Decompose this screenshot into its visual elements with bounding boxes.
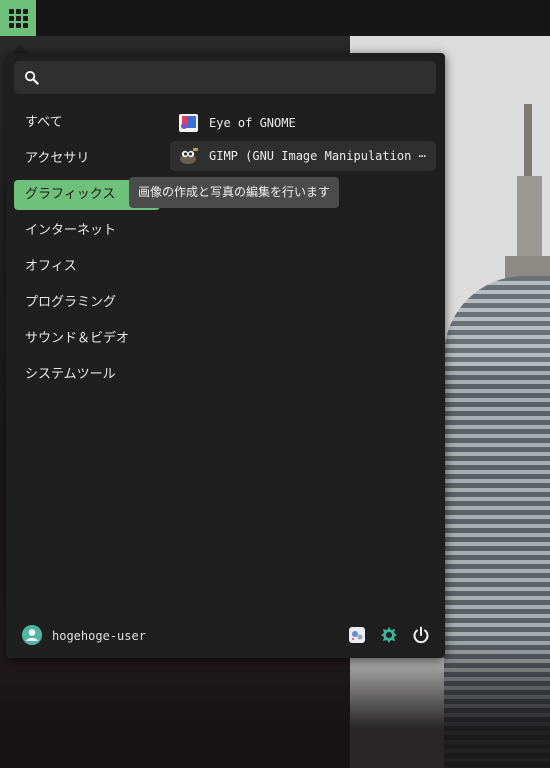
app-label: Eye of GNOME	[209, 116, 296, 130]
top-panel	[0, 0, 550, 36]
category-system-tools[interactable]: システムツール	[14, 360, 160, 390]
grid-icon	[9, 9, 28, 28]
application-menu: すべて アクセサリ グラフィックス インターネット オフィス プログラミング サ…	[6, 53, 445, 658]
app-label: GIMP (GNU Image Manipulation ⋯	[209, 149, 426, 163]
category-office[interactable]: オフィス	[14, 252, 160, 282]
category-programming[interactable]: プログラミング	[14, 288, 160, 318]
category-sound-video[interactable]: サウンド＆ビデオ	[14, 324, 160, 354]
search-icon	[24, 70, 39, 85]
extension-icon[interactable]	[379, 625, 399, 645]
category-all[interactable]: すべて	[14, 108, 160, 138]
search-box[interactable]	[14, 61, 436, 96]
eog-icon	[179, 114, 198, 132]
menu-pointer	[12, 45, 28, 53]
applications-menu-button[interactable]	[0, 0, 36, 36]
app-tooltip: 画像の作成と写真の編集を行います	[129, 177, 340, 208]
search-input[interactable]	[48, 61, 432, 96]
app-gimp[interactable]: GIMP (GNU Image Manipulation ⋯	[170, 141, 436, 171]
power-icon[interactable]	[411, 625, 431, 645]
settings-app-icon[interactable]	[347, 625, 367, 645]
avatar-icon	[22, 625, 42, 645]
user-name: hogehoge-user	[52, 629, 146, 643]
category-internet[interactable]: インターネット	[14, 216, 160, 246]
app-eye-of-gnome[interactable]: Eye of GNOME	[170, 108, 436, 138]
gimp-icon	[180, 148, 198, 164]
category-accessories[interactable]: アクセサリ	[14, 144, 160, 174]
